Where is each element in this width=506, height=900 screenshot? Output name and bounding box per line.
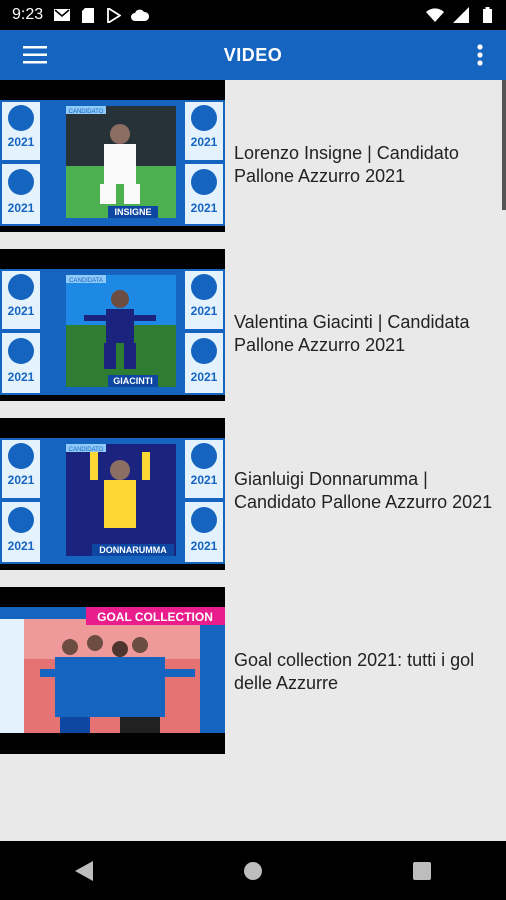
badge-label: CANDIDATO — [69, 109, 104, 115]
tile-year-label: 2021 — [191, 473, 218, 487]
video-title[interactable]: Goal collection 2021: tutti i gol delle … — [234, 649, 496, 695]
page-title: VIDEO — [223, 44, 283, 65]
video-item[interactable]: GOAL COLLECTION Goal collection 2021: tu… — [0, 587, 506, 754]
video-thumbnail[interactable]: 2021 2021 2021 2021 CANDIDATA GIACINTI — [0, 249, 225, 401]
sd-card-icon — [79, 7, 97, 23]
recents-icon — [412, 861, 431, 880]
recents-button[interactable] — [392, 851, 452, 891]
player-name-label: DONNARUMMA — [99, 545, 167, 555]
player-name-label: GIACINTI — [113, 376, 153, 386]
thumbnail-image: GOAL COLLECTION — [0, 607, 225, 733]
back-icon — [75, 860, 94, 881]
cloud-icon — [131, 7, 150, 23]
tile-year-label: 2021 — [8, 370, 35, 384]
thumbnail-image: 2021 2021 2021 2021 CANDIDATO INSIGNE — [0, 100, 225, 226]
home-icon — [243, 861, 262, 880]
video-title[interactable]: Lorenzo Insigne | Candidato Pallone Azzu… — [234, 142, 496, 188]
tile-year-label: 2021 — [8, 539, 35, 553]
tile-year-label: 2021 — [191, 201, 218, 215]
overflow-menu-button[interactable] — [468, 40, 492, 70]
tile-year-label: 2021 — [8, 201, 35, 215]
gmail-icon — [53, 7, 71, 23]
tile-year-label: 2021 — [8, 473, 35, 487]
wifi-icon — [426, 7, 444, 23]
system-nav-bar — [0, 841, 506, 900]
home-button[interactable] — [223, 851, 283, 891]
video-item[interactable]: 2021 2021 2021 2021 CANDIDATA GIACINTI V… — [0, 249, 506, 401]
badge-label: CANDIDATA — [69, 278, 103, 284]
badge-label: CANDIDATO — [69, 447, 104, 453]
video-item[interactable]: 2021 2021 2021 2021 CANDIDATO DONNARUMMA — [0, 418, 506, 570]
video-list[interactable]: 2021 2021 2021 2021 CANDIDATO INSIGNE Lo… — [0, 80, 506, 841]
signal-icon — [452, 7, 470, 23]
tile-year-label: 2021 — [8, 135, 35, 149]
video-thumbnail[interactable]: GOAL COLLECTION — [0, 587, 225, 754]
app-bar: VIDEO — [0, 30, 506, 80]
video-title[interactable]: Gianluigi Donnarumma | Candidato Pallone… — [234, 468, 496, 514]
scrollbar-thumb[interactable] — [502, 80, 506, 210]
thumbnail-image: 2021 2021 2021 2021 CANDIDATA GIACINTI — [0, 269, 225, 395]
more-vertical-icon — [477, 44, 483, 66]
video-title[interactable]: Valentina Giacinti | Candidata Pallone A… — [234, 311, 496, 357]
video-item[interactable]: 2021 2021 2021 2021 CANDIDATO INSIGNE Lo… — [0, 80, 506, 232]
thumbnail-image: 2021 2021 2021 2021 CANDIDATO DONNARUMMA — [0, 438, 225, 564]
tile-year-label: 2021 — [191, 304, 218, 318]
goal-collection-banner: GOAL COLLECTION — [97, 610, 213, 624]
video-thumbnail[interactable]: 2021 2021 2021 2021 CANDIDATO INSIGNE — [0, 80, 225, 232]
play-store-icon — [105, 7, 123, 23]
tile-year-label: 2021 — [191, 135, 218, 149]
tile-year-label: 2021 — [191, 539, 218, 553]
video-thumbnail[interactable]: 2021 2021 2021 2021 CANDIDATO DONNARUMMA — [0, 418, 225, 570]
status-bar: 9:23 — [0, 0, 506, 30]
tile-year-label: 2021 — [191, 370, 218, 384]
menu-button[interactable] — [18, 43, 52, 67]
player-name-label: INSIGNE — [114, 207, 151, 217]
tile-year-label: 2021 — [8, 304, 35, 318]
back-button[interactable] — [54, 851, 114, 891]
hamburger-menu-icon — [23, 46, 47, 64]
status-time: 9:23 — [12, 6, 44, 23]
battery-icon — [478, 7, 496, 23]
